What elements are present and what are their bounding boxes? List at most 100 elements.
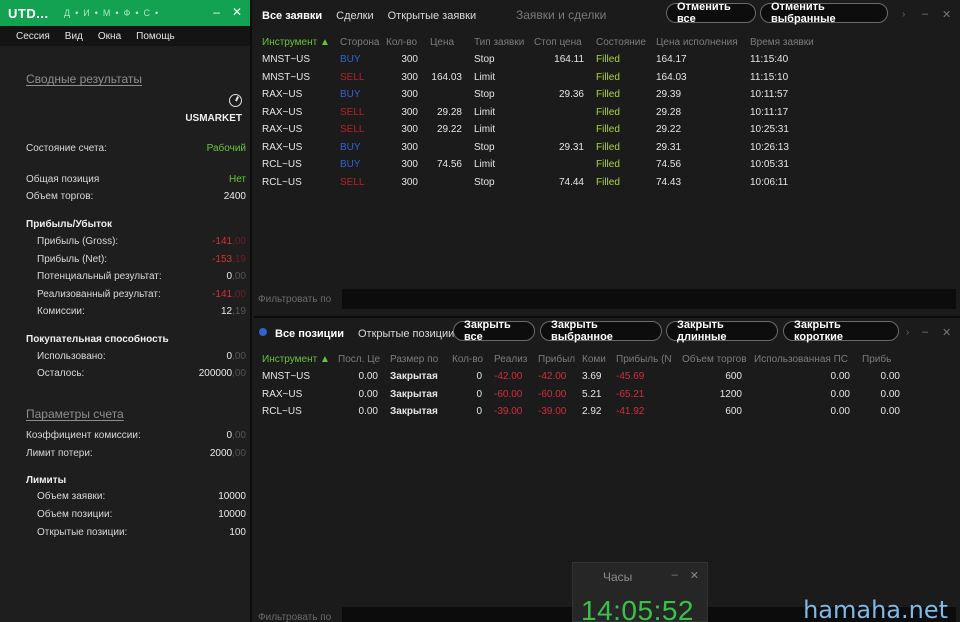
total-position-label: Общая позиция — [26, 174, 100, 185]
col-exec-price[interactable]: Цена исполнения — [650, 33, 744, 51]
table-row[interactable]: RCL~US 0.00 Закрытая 0 -39.00 -39.00 2.92 -41.9… — [256, 403, 906, 421]
table-row[interactable]: RCL~US BUY 300 74.56 Limit Filled 74.56 10:05:3… — [256, 156, 821, 174]
col-trade-volume[interactable]: Объем торгов — [676, 350, 748, 368]
col-profit-extra[interactable]: Прибь — [856, 350, 906, 368]
col-pos-size[interactable]: Размер по — [384, 350, 446, 368]
col-state[interactable]: Состояние — [590, 33, 650, 51]
clock-icon[interactable] — [229, 94, 242, 107]
col-profit-net[interactable]: Прибыль (N — [610, 350, 676, 368]
tab-all-positions[interactable]: Все позиции — [275, 328, 344, 340]
order-cell: 10:05:31 — [750, 159, 789, 171]
col-qty[interactable]: Кол-во — [380, 33, 424, 51]
table-row[interactable]: RAX~US SELL 300 29.28 Limit Filled 29.28 10:11:… — [256, 104, 821, 122]
commission-frac: ,19 — [232, 306, 246, 317]
table-row[interactable]: MNST~US 0.00 Закрытая 0 -42.00 -42.00 3.69 -45.… — [256, 368, 906, 386]
col-instrument[interactable]: Инструмент ▲ — [256, 33, 334, 51]
cancel-all-button[interactable]: Отменить все — [666, 1, 756, 25]
table-row[interactable]: RAX~US 0.00 Закрытая 0 -60.00 -60.00 5.21 -65.2… — [256, 386, 906, 404]
order-cell: 74.44 — [558, 176, 584, 188]
chevron-right-icon[interactable]: › — [906, 327, 909, 338]
close-long-button[interactable]: Закрыть длинные — [666, 319, 778, 343]
tab-open-positions[interactable]: Открытые позиции — [358, 328, 454, 340]
col-side[interactable]: Сторона — [334, 33, 380, 51]
order-cell: SELL — [340, 176, 365, 188]
menu-view[interactable]: Вид — [65, 31, 83, 42]
account-params-link[interactable]: Параметры счета — [26, 407, 124, 421]
positions-tab-bar: Все позиции Открытые позиции Закрыть все… — [254, 318, 960, 350]
col-used-bp[interactable]: Использованная ПС — [748, 350, 856, 368]
table-row[interactable]: RAX~US BUY 300 Stop 29.36 Filled 29.39 10:11:57 — [256, 86, 821, 104]
account-state-value: Рабочий — [206, 143, 246, 154]
col-order-type[interactable]: Тип заявки — [468, 33, 528, 51]
order-cell: RAX~US — [262, 89, 303, 101]
col-profit[interactable]: Прибыл — [532, 350, 576, 368]
order-cell: Limit — [474, 124, 496, 136]
close-icon[interactable]: ✕ — [690, 569, 699, 582]
tab-open-orders[interactable]: Открытые заявки — [388, 10, 476, 22]
gross-row: Прибыль (Gross): -141,00 — [37, 236, 246, 247]
close-short-button[interactable]: Закрыть короткие — [783, 319, 899, 343]
letter-i[interactable]: И — [83, 8, 89, 18]
close-selected-button[interactable]: Закрыть выбранное — [540, 319, 662, 343]
menu-bar: Сессия Вид Окна Помощь — [0, 26, 250, 46]
letter-d[interactable]: Д — [64, 8, 70, 18]
open-positions-value: 100 — [229, 527, 246, 538]
col-price[interactable]: Цена — [424, 33, 468, 51]
pnl-header: Прибыль/Убыток — [26, 219, 113, 230]
col-pos-qty[interactable]: Кол-во — [446, 350, 488, 368]
menu-windows[interactable]: Окна — [98, 31, 121, 42]
order-cell: SELL — [340, 124, 365, 136]
col-commission[interactable]: Коми — [576, 350, 610, 368]
clock-widget[interactable]: Часы – ✕ 14:05:52 — [572, 562, 708, 622]
orders-tab-bar: Все заявки Сделки Открытые заявки Заявки… — [254, 0, 960, 32]
minimize-icon[interactable]: – — [213, 5, 220, 19]
coef-row: Коэффициент комиссии: 0,00 — [26, 430, 246, 441]
col-last-price[interactable]: Посл. Це — [332, 350, 384, 368]
order-cell: RAX~US — [262, 141, 303, 153]
table-row[interactable]: RAX~US SELL 300 29.22 Limit Filled 29.22 10:25:… — [256, 121, 821, 139]
close-icon[interactable]: ✕ — [942, 326, 951, 339]
col-realized[interactable]: Реализ — [488, 350, 532, 368]
order-cell: RAX~US — [262, 106, 303, 118]
letter-f[interactable]: Ф — [124, 8, 131, 18]
menu-session[interactable]: Сессия — [16, 31, 50, 42]
coef-label: Коэффициент комиссии: — [26, 430, 141, 441]
order-cell: 10:06:11 — [750, 176, 789, 188]
col-stop-price[interactable]: Стоп цена — [528, 33, 590, 51]
letter-m[interactable]: М — [103, 8, 111, 18]
chevron-right-icon[interactable]: › — [902, 9, 905, 20]
minimize-icon[interactable]: – — [672, 569, 678, 582]
menu-help[interactable]: Помощь — [136, 31, 175, 42]
cancel-selected-button[interactable]: Отменить выбранные — [760, 1, 888, 25]
close-icon[interactable]: ✕ — [942, 8, 951, 21]
orders-filter-input[interactable] — [342, 289, 956, 309]
volume-label: Объем торгов: — [26, 191, 94, 202]
order-cell: 29.39 — [656, 89, 682, 101]
order-cell: BUY — [340, 54, 361, 66]
remaining-value: 200000,00 — [199, 368, 246, 379]
table-row[interactable]: RCL~US SELL 300 Stop 74.44 Filled 74.43 10:06:1… — [256, 174, 821, 192]
tab-all-orders[interactable]: Все заявки — [262, 10, 322, 22]
table-row[interactable]: MNST~US SELL 300 164.03 Limit Filled 164.03 11:… — [256, 69, 821, 87]
loss-limit-value: 2000,00 — [210, 448, 246, 459]
order-cell: Stop — [474, 54, 495, 66]
table-row[interactable]: RAX~US BUY 300 Stop 29.31 Filled 29.31 10:26:13 — [256, 139, 821, 157]
col-order-time[interactable]: Время заявки — [744, 33, 821, 51]
dot-sep: • — [94, 8, 98, 18]
minimize-icon[interactable]: – — [922, 326, 928, 338]
letter-s[interactable]: С — [144, 8, 151, 18]
order-cell — [424, 51, 468, 69]
position-cell: Закрытая — [390, 371, 438, 383]
tab-trades[interactable]: Сделки — [336, 10, 374, 22]
close-all-button[interactable]: Закрыть все — [453, 319, 535, 343]
position-cell: -60.00 — [494, 388, 523, 400]
minimize-icon[interactable]: – — [922, 8, 928, 20]
potential-label: Потенциальный результат: — [37, 271, 162, 282]
potential-frac: ,00 — [232, 271, 246, 282]
close-icon[interactable]: ✕ — [232, 5, 242, 19]
col-pos-instrument[interactable]: Инструмент ▲ — [256, 350, 332, 368]
gross-frac: ,00 — [232, 236, 246, 247]
table-row[interactable]: MNST~US BUY 300 Stop 164.11 Filled 164.17 11:15… — [256, 51, 821, 69]
summary-results-link[interactable]: Сводные результаты — [26, 72, 142, 86]
app-title-bar[interactable]: UTD... Д • И • М • Ф • С • – ✕ — [0, 0, 250, 26]
